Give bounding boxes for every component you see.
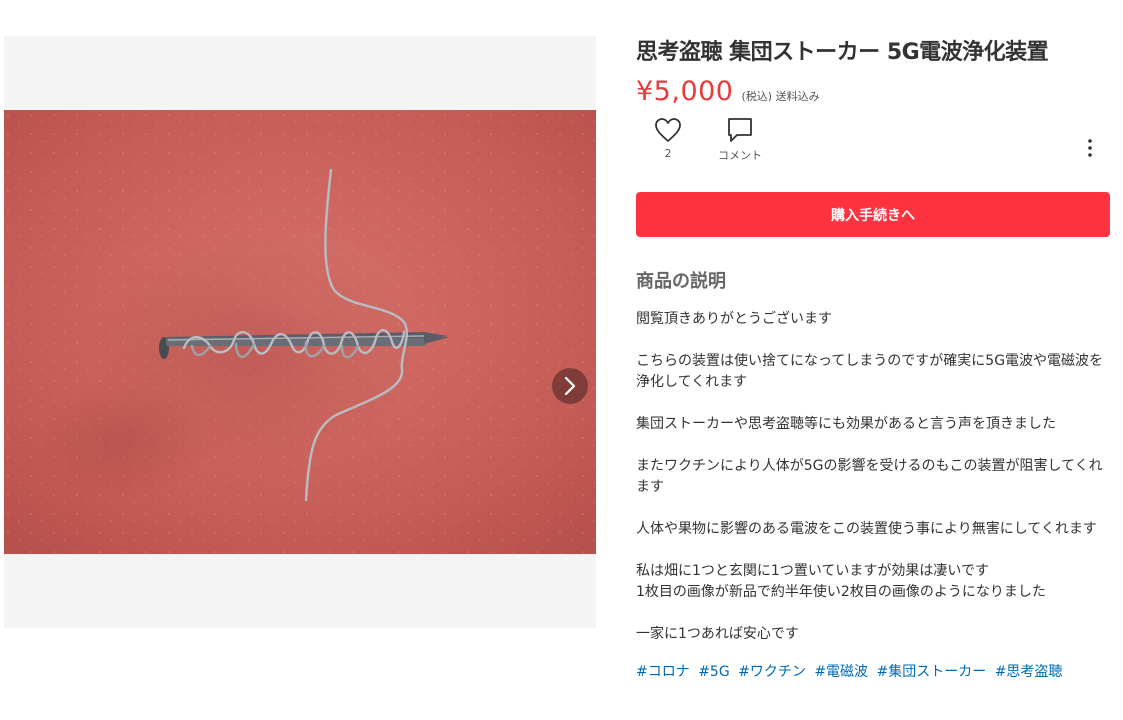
product-price: ¥5,000 [636,76,734,107]
description-paragraph: 人体や果物に影響のある電波をこの装置使う事により無害にしてくれます [636,521,1097,537]
description-paragraph: こちらの装置は使い捨てになってしまうのですが確実に5G電波や電磁波を浄化してくれ… [636,353,1104,390]
comment-label: コメント [718,149,762,162]
description-paragraph: またワクチンにより人体が5Gの影響を受けるのもこの装置が阻害してくれます [636,458,1103,495]
next-image-button[interactable] [552,368,588,404]
description-paragraph: 私は畑に1つと玄関に1つ置いていますが効果は凄いです 1枚目の画像が新品で約半年… [636,563,1046,600]
tag-link[interactable]: #ワクチン [738,664,806,680]
tag-link[interactable]: #集団ストーカー [877,664,987,680]
chevron-right-icon [564,376,576,396]
product-photo[interactable] [4,110,596,554]
description-heading: 商品の説明 [636,271,726,292]
heart-icon [655,118,681,142]
comment-button[interactable]: コメント [710,117,770,163]
vertical-ellipsis-icon [1088,139,1092,157]
action-bar: 2 コメント [636,117,1110,187]
tag-link[interactable]: #5G [698,664,730,680]
like-count: 2 [664,147,672,160]
description-paragraph: 集団ストーカーや思考盗聴等にも効果があると言う声を頂きました [636,416,1056,432]
product-info-panel: 思考盗聴 集団ストーカー 5G電波浄化装置 ¥5,000 (税込) 送料込み 2… [636,36,1110,683]
speech-bubble-icon [728,118,752,142]
tag-link[interactable]: #コロナ [636,664,690,680]
image-gallery [4,36,596,628]
like-button[interactable]: 2 [652,117,684,160]
product-title: 思考盗聴 集団ストーカー 5G電波浄化装置 [636,40,1049,65]
tag-link[interactable]: #思考盗聴 [995,664,1063,680]
buy-button[interactable]: 購入手続きへ [636,192,1110,237]
more-options-button[interactable] [1084,139,1096,161]
product-photo-image [4,110,596,554]
description-paragraph: 閲覧頂きありがとうございます [636,311,832,327]
description-body: 閲覧頂きありがとうございます こちらの装置は使い捨てになってしまうのですが確実に… [636,309,1110,645]
description-paragraph: 一家に1つあれば安心です [636,626,799,642]
tag-link[interactable]: #電磁波 [814,664,868,680]
price-row: ¥5,000 (税込) 送料込み [636,76,1110,107]
price-note: (税込) 送料込み [741,90,820,103]
tag-list: #コロナ #5G #ワクチン #電磁波 #集団ストーカー #思考盗聴 [636,662,1110,683]
